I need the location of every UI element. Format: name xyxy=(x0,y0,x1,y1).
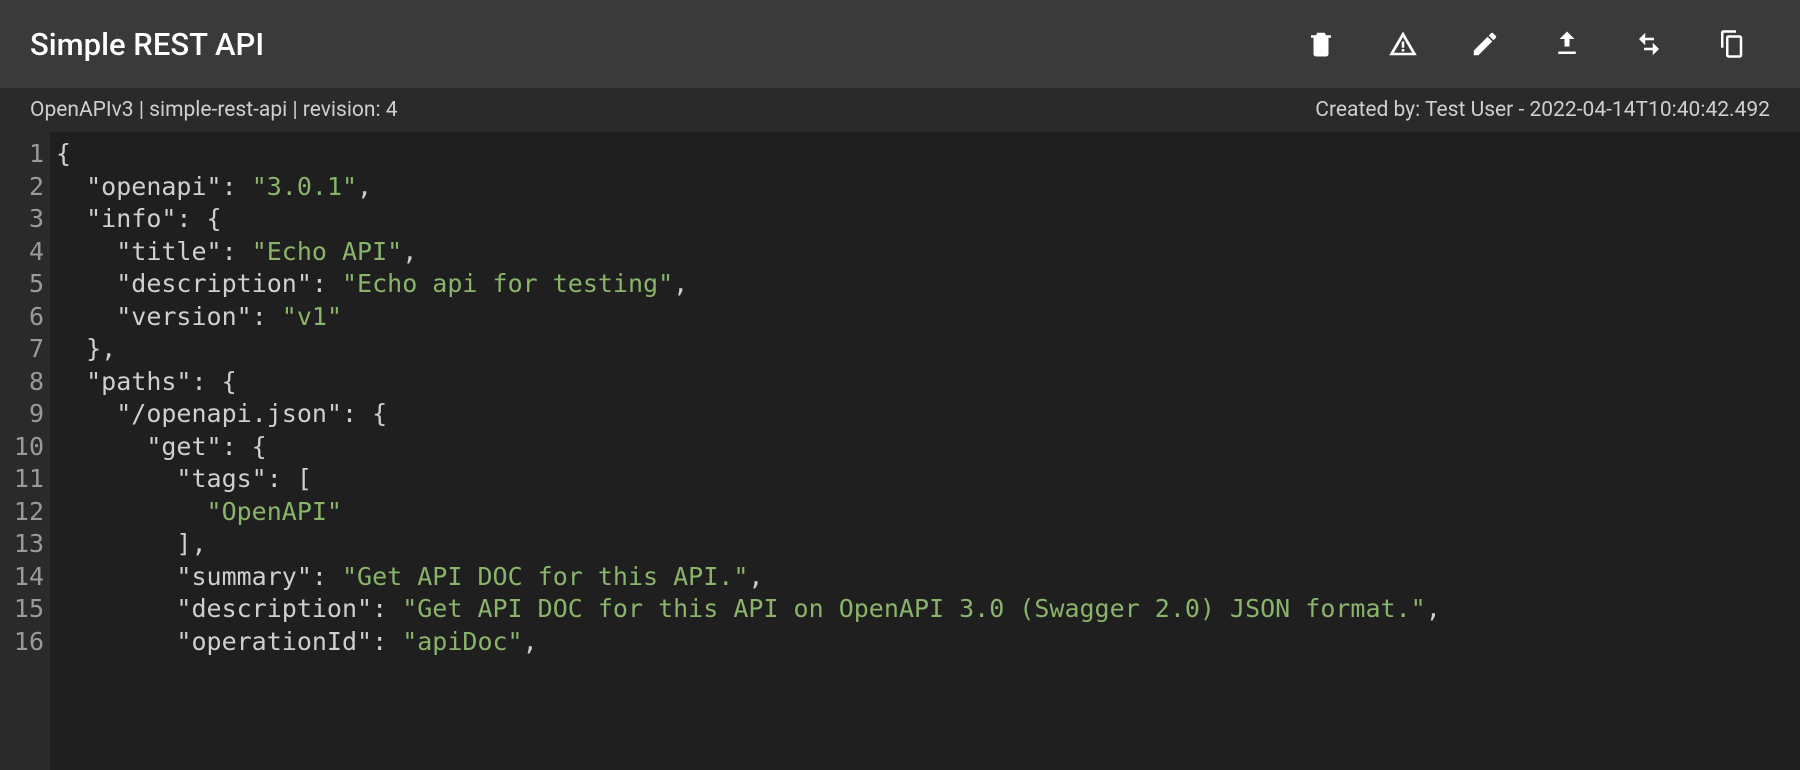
line-number: 9 xyxy=(0,398,44,431)
line-number: 10 xyxy=(0,431,44,464)
code-line[interactable]: "get": { xyxy=(56,431,1800,464)
line-number: 8 xyxy=(0,366,44,399)
code-line[interactable]: "summary": "Get API DOC for this API.", xyxy=(56,561,1800,594)
line-number: 12 xyxy=(0,496,44,529)
code-line[interactable]: "/openapi.json": { xyxy=(56,398,1800,431)
code-content[interactable]: { "openapi": "3.0.1", "info": { "title":… xyxy=(50,132,1800,770)
toolbar xyxy=(1306,29,1770,59)
code-line[interactable]: "paths": { xyxy=(56,366,1800,399)
page-title: Simple REST API xyxy=(30,26,264,63)
warning-icon[interactable] xyxy=(1388,29,1418,59)
code-line[interactable]: "title": "Echo API", xyxy=(56,236,1800,269)
meta-left: OpenAPIv3 | simple-rest-api | revision: … xyxy=(30,98,398,122)
code-line[interactable]: }, xyxy=(56,333,1800,366)
line-number: 7 xyxy=(0,333,44,366)
line-gutter: 12345678910111213141516 xyxy=(0,132,50,770)
titlebar: Simple REST API xyxy=(0,0,1800,88)
line-number: 14 xyxy=(0,561,44,594)
line-number: 2 xyxy=(0,171,44,204)
code-line[interactable]: { xyxy=(56,138,1800,171)
line-number: 16 xyxy=(0,626,44,659)
code-line[interactable]: ], xyxy=(56,528,1800,561)
compare-icon[interactable] xyxy=(1634,29,1664,59)
edit-icon[interactable] xyxy=(1470,29,1500,59)
line-number: 11 xyxy=(0,463,44,496)
line-number: 3 xyxy=(0,203,44,236)
code-line[interactable]: "openapi": "3.0.1", xyxy=(56,171,1800,204)
line-number: 15 xyxy=(0,593,44,626)
line-number: 6 xyxy=(0,301,44,334)
meta-right: Created by: Test User - 2022-04-14T10:40… xyxy=(1315,98,1770,122)
line-number: 4 xyxy=(0,236,44,269)
line-number: 1 xyxy=(0,138,44,171)
code-line[interactable]: "description": "Echo api for testing", xyxy=(56,268,1800,301)
meta-bar: OpenAPIv3 | simple-rest-api | revision: … xyxy=(0,88,1800,132)
code-line[interactable]: "operationId": "apiDoc", xyxy=(56,626,1800,659)
line-number: 5 xyxy=(0,268,44,301)
code-line[interactable]: "description": "Get API DOC for this API… xyxy=(56,593,1800,626)
copy-icon[interactable] xyxy=(1716,29,1746,59)
delete-icon[interactable] xyxy=(1306,29,1336,59)
upload-icon[interactable] xyxy=(1552,29,1582,59)
code-line[interactable]: "tags": [ xyxy=(56,463,1800,496)
code-editor[interactable]: 12345678910111213141516 { "openapi": "3.… xyxy=(0,132,1800,770)
code-line[interactable]: "version": "v1" xyxy=(56,301,1800,334)
code-line[interactable]: "OpenAPI" xyxy=(56,496,1800,529)
line-number: 13 xyxy=(0,528,44,561)
code-line[interactable]: "info": { xyxy=(56,203,1800,236)
